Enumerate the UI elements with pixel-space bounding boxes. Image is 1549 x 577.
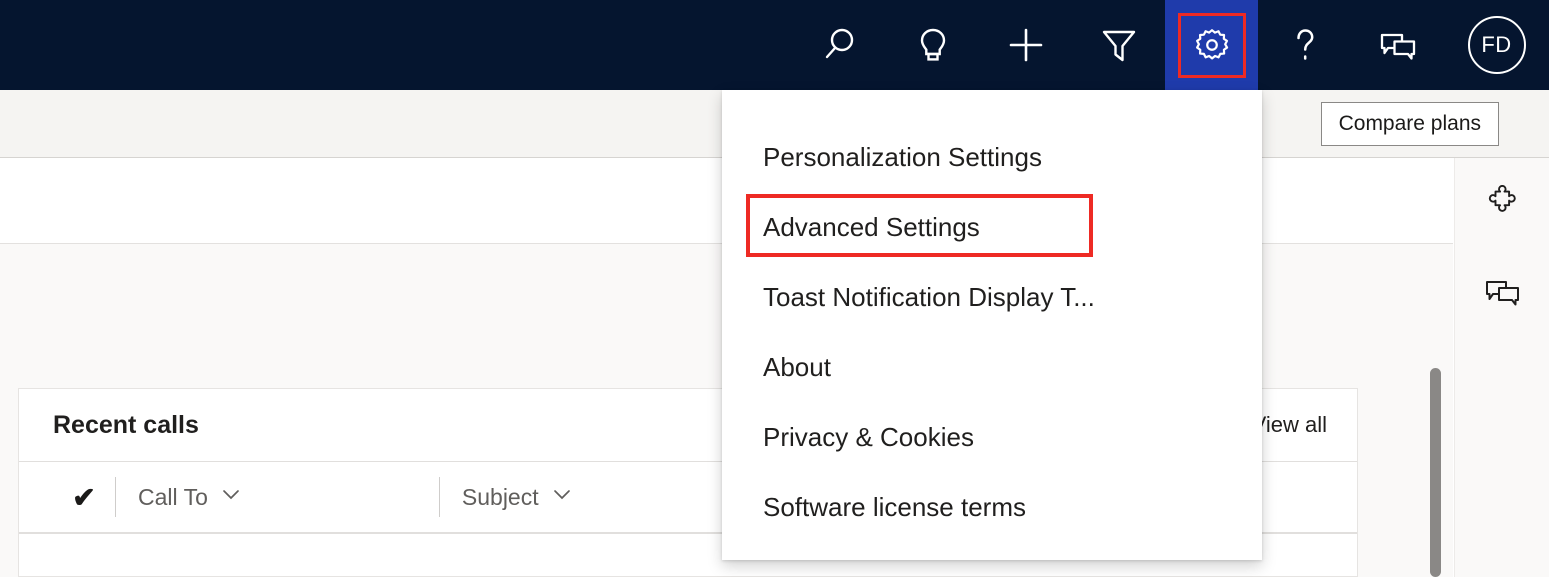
nav-icon-group: FD [793, 0, 1549, 90]
settings-button[interactable] [1165, 0, 1258, 90]
menu-item-software-license-terms[interactable]: Software license terms [722, 472, 1262, 542]
chevron-down-icon [219, 482, 243, 512]
question-mark-icon [1283, 23, 1327, 67]
chat-icon [1484, 279, 1522, 318]
page-title: Recent calls [53, 410, 199, 439]
menu-item-advanced-settings[interactable]: Advanced Settings [722, 192, 1262, 262]
puzzle-piece-icon [1486, 184, 1520, 224]
assistant-button[interactable] [886, 0, 979, 90]
add-ins-button[interactable] [1455, 158, 1549, 250]
menu-item-about[interactable]: About [722, 332, 1262, 402]
filter-icon [1097, 23, 1141, 67]
conversation-button[interactable] [1455, 252, 1549, 344]
chat-icon [1376, 23, 1420, 67]
select-all-checkmark[interactable]: ✔ [53, 481, 115, 514]
feedback-button[interactable] [1351, 0, 1444, 90]
settings-flyout-menu: Personalization Settings Advanced Settin… [722, 90, 1262, 560]
top-navigation-bar: FD [0, 0, 1549, 90]
filter-button[interactable] [1072, 0, 1165, 90]
menu-item-label: Software license terms [763, 491, 1026, 522]
plus-icon [1004, 23, 1048, 67]
right-side-rail [1454, 158, 1549, 577]
menu-item-label: Toast Notification Display T... [763, 281, 1095, 312]
column-header-subject[interactable]: Subject [440, 462, 574, 532]
app-root: FD Compare plans Recent calls View all ✔… [0, 0, 1549, 577]
menu-item-toast-notification-display-time[interactable]: Toast Notification Display T... [722, 262, 1262, 332]
chevron-down-icon [550, 482, 574, 512]
menu-item-privacy-and-cookies[interactable]: Privacy & Cookies [722, 402, 1262, 472]
search-icon [818, 23, 862, 67]
settings-menu-list: Personalization Settings Advanced Settin… [722, 90, 1262, 542]
menu-item-label: Advanced Settings [763, 211, 980, 242]
quick-create-button[interactable] [979, 0, 1072, 90]
avatar: FD [1467, 16, 1526, 74]
view-all-link[interactable]: View all [1252, 412, 1327, 438]
menu-item-label: Privacy & Cookies [763, 421, 974, 452]
column-header-call-to[interactable]: Call To [116, 462, 243, 532]
lightbulb-icon [911, 23, 955, 67]
column-header-label: Call To [138, 483, 208, 510]
search-button[interactable] [793, 0, 886, 90]
column-header-label: Subject [461, 483, 539, 510]
compare-plans-button[interactable]: Compare plans [1320, 101, 1499, 146]
menu-item-personalization-settings[interactable]: Personalization Settings [722, 122, 1262, 192]
menu-item-label: About [763, 351, 831, 382]
user-avatar-button[interactable]: FD [1444, 0, 1549, 90]
menu-item-label: Personalization Settings [763, 141, 1042, 172]
settings-selection-highlight [1178, 13, 1246, 78]
vertical-scrollbar-thumb[interactable] [1430, 368, 1441, 577]
help-button[interactable] [1258, 0, 1351, 90]
